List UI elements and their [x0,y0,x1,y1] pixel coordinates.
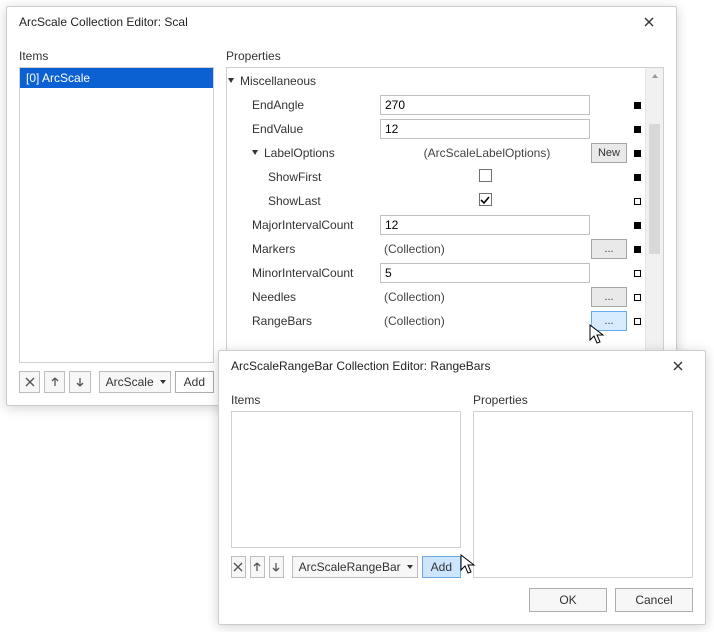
ok-button[interactable]: OK [529,588,607,612]
property-grid[interactable] [473,411,693,578]
prop-value[interactable] [380,213,591,237]
advanced-marker-icon[interactable] [634,198,641,205]
prop-value: (Collection) [380,309,591,333]
collection-editor-scales: ArcScale Collection Editor: Scal Items [… [6,6,677,406]
new-button[interactable]: New [591,143,627,163]
advanced-marker-icon[interactable] [634,102,641,109]
prop-input[interactable] [380,263,590,283]
items-listbox[interactable] [231,411,461,548]
add-button[interactable]: Add [422,556,461,578]
property-grid[interactable]: MiscellaneousEndAngleEndValueLabelOption… [227,68,645,392]
items-listbox[interactable]: [0] ArcScale [19,67,214,363]
prop-readonly: (ArcScaleLabelOptions) [380,146,590,160]
prop-readonly: (Collection) [380,242,445,256]
prop-value[interactable] [380,261,591,285]
advanced-marker-icon[interactable] [634,294,641,301]
window-title: ArcScale Collection Editor: Scal [19,15,188,29]
chevron-down-icon [160,380,166,384]
items-label: Items [19,49,214,63]
close-icon[interactable] [632,11,666,33]
cancel-button[interactable]: Cancel [615,588,693,612]
type-dropdown[interactable]: ArcScaleRangeBar [292,556,418,578]
prop-name: RangeBars [228,309,380,333]
advanced-marker-icon[interactable] [634,270,641,277]
remove-button[interactable] [231,556,246,578]
prop-value: (Collection) [380,285,591,309]
titlebar[interactable]: ArcScaleRangeBar Collection Editor: Rang… [219,351,705,381]
ellipsis-button[interactable]: ... [591,239,627,259]
close-icon[interactable] [661,355,695,377]
move-up-button[interactable] [44,371,65,393]
advanced-marker-icon[interactable] [634,126,641,133]
move-up-button[interactable] [250,556,265,578]
move-down-button[interactable] [69,371,90,393]
type-dropdown-label: ArcScaleRangeBar [299,560,401,574]
advanced-marker-icon[interactable] [634,246,641,253]
vertical-scrollbar[interactable] [645,68,663,392]
chevron-down-icon [407,565,413,569]
list-item[interactable]: [0] ArcScale [20,68,213,88]
advanced-marker-icon[interactable] [634,222,641,229]
add-button[interactable]: Add [175,371,214,393]
ellipsis-button[interactable]: ... [591,311,627,331]
advanced-marker-icon[interactable] [634,174,641,181]
advanced-marker-icon[interactable] [634,318,641,325]
type-dropdown[interactable]: ArcScale [99,371,171,393]
group-header[interactable]: Miscellaneous [228,69,645,93]
scroll-thumb[interactable] [649,124,660,254]
prop-input[interactable] [380,119,590,139]
expand-icon[interactable] [228,78,234,83]
prop-name: LabelOptions [228,141,380,165]
prop-readonly: (Collection) [380,314,445,328]
collection-editor-rangebars: ArcScaleRangeBar Collection Editor: Rang… [218,350,706,625]
remove-button[interactable] [19,371,40,393]
prop-value: (ArcScaleLabelOptions) [380,141,591,165]
prop-name: MajorIntervalCount [228,213,380,237]
expand-icon[interactable] [252,150,258,155]
properties-label: Properties [226,49,664,63]
prop-name: EndValue [228,117,380,141]
prop-value[interactable] [380,189,591,213]
prop-name: Needles [228,285,380,309]
prop-input[interactable] [380,95,590,115]
move-down-button[interactable] [269,556,284,578]
prop-value[interactable] [380,165,591,189]
prop-name: ShowLast [228,189,380,213]
prop-value[interactable] [380,117,591,141]
prop-name: EndAngle [228,93,380,117]
prop-value: (Collection) [380,237,591,261]
prop-value[interactable] [380,93,591,117]
prop-name: MinorIntervalCount [228,261,380,285]
prop-input[interactable] [380,215,590,235]
checkbox[interactable] [479,193,492,206]
ellipsis-button[interactable]: ... [591,287,627,307]
items-label: Items [231,393,461,407]
prop-name: ShowFirst [228,165,380,189]
prop-readonly: (Collection) [380,290,445,304]
properties-label: Properties [473,393,693,407]
prop-name: Markers [228,237,380,261]
scroll-up-icon[interactable] [646,68,663,84]
titlebar[interactable]: ArcScale Collection Editor: Scal [7,7,676,37]
checkbox[interactable] [479,169,492,182]
advanced-marker-icon[interactable] [634,150,641,157]
type-dropdown-label: ArcScale [106,375,154,389]
window-title: ArcScaleRangeBar Collection Editor: Rang… [231,359,490,373]
